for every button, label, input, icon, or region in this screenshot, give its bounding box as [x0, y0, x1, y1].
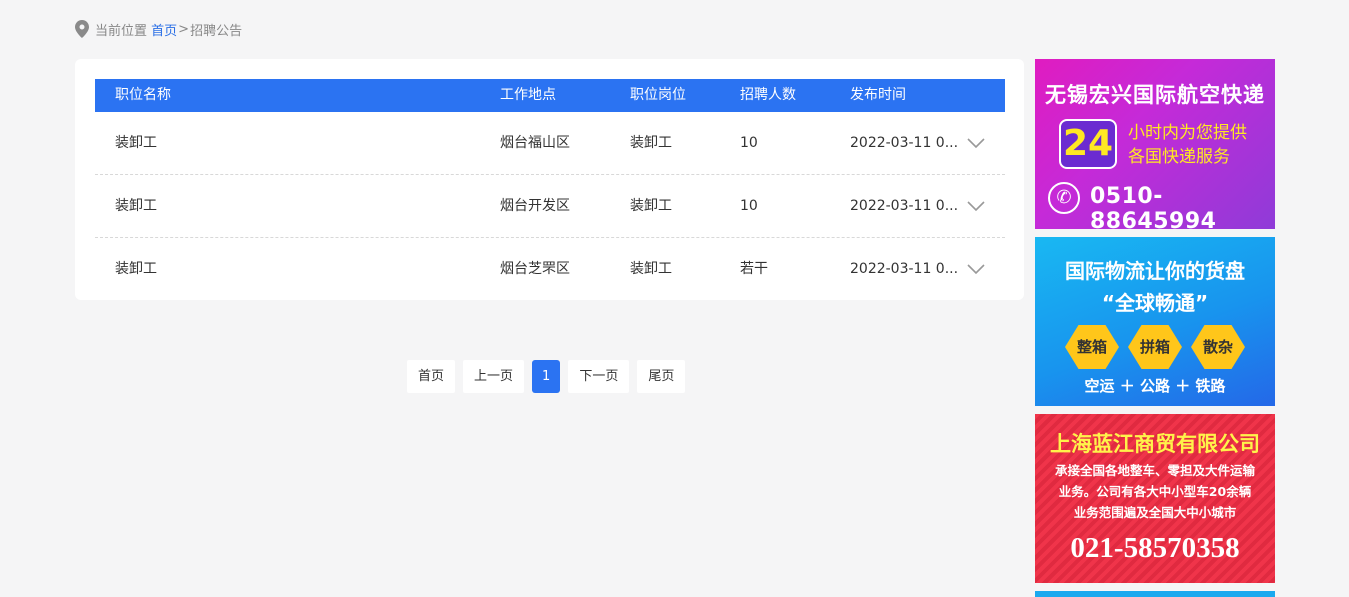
cell-post: 装卸工 — [630, 261, 672, 277]
cell-position-name: 装卸工 — [115, 198, 157, 214]
breadcrumb-separator: > — [178, 21, 190, 37]
ad-tag: 散杂 — [1191, 325, 1245, 369]
cell-publish-time: 2022-03-11 0... — [850, 261, 959, 277]
header-post: 职位岗位 — [630, 87, 686, 103]
location-pin-icon — [75, 20, 89, 38]
ad-phone: 0510-88645994 — [1090, 184, 1217, 229]
cell-publish-time: 2022-03-11 0... — [850, 198, 959, 214]
breadcrumb-home-link[interactable]: 首页 — [151, 20, 177, 39]
prev-page-button[interactable]: 上一页 — [463, 360, 525, 393]
cell-post: 装卸工 — [630, 198, 672, 214]
header-publish-time: 发布时间 — [850, 87, 906, 103]
cell-publish-time: 2022-03-11 0... — [850, 135, 959, 151]
ad-tag: 拼箱 — [1128, 325, 1182, 369]
chevron-down-icon[interactable] — [967, 138, 985, 149]
header-headcount: 招聘人数 — [740, 87, 796, 103]
cell-headcount: 若干 — [740, 261, 768, 277]
cell-post: 装卸工 — [630, 135, 672, 151]
pagination: 首页 上一页 1 下一页 尾页 — [407, 360, 686, 393]
breadcrumb-prefix: 当前位置 — [95, 23, 148, 39]
chevron-down-icon[interactable] — [967, 264, 985, 275]
job-listing-card: 职位名称 工作地点 职位岗位 招聘人数 发布时间 装卸工 烟台福山区 装卸工 1… — [75, 59, 1024, 300]
cell-location: 烟台芝罘区 — [500, 261, 570, 277]
ad-phone: 021-58570358 — [1070, 532, 1240, 564]
phone-icon: ✆ — [1048, 182, 1080, 214]
ad-tags: 整箱 拼箱 散杂 — [1065, 325, 1245, 369]
breadcrumb: 当前位置 首页 > 招聘公告 — [75, 19, 242, 39]
ad-line: 小时内为您提供 — [1128, 123, 1247, 143]
ad-tag: 整箱 — [1065, 325, 1119, 369]
cell-location: 烟台开发区 — [500, 198, 570, 214]
ad-highlight-badge: 24 — [1059, 119, 1117, 169]
header-position-name: 职位名称 — [115, 87, 171, 103]
chevron-down-icon[interactable] — [967, 201, 985, 212]
cell-position-name: 装卸工 — [115, 261, 157, 277]
ad-text: 小时内为您提供 各国快递服务 — [1128, 121, 1247, 169]
ad-line: 承接全国各地整车、零担及大件运输 — [1054, 463, 1255, 478]
header-location: 工作地点 — [500, 87, 556, 103]
table-row[interactable]: 装卸工 烟台开发区 装卸工 10 2022-03-11 0... — [95, 175, 1005, 238]
table-row[interactable]: 装卸工 烟台芝罘区 装卸工 若干 2022-03-11 0... — [95, 238, 1005, 301]
table-header: 职位名称 工作地点 职位岗位 招聘人数 发布时间 — [95, 79, 1005, 112]
cell-headcount: 10 — [740, 135, 758, 151]
ad-banner-air-express[interactable]: 无锡宏兴国际航空快递 24 小时内为您提供 各国快递服务 ✆ 0510-8864… — [1035, 59, 1275, 229]
cell-position-name: 装卸工 — [115, 135, 157, 151]
ad-footer: 空运 ＋ 公路 ＋ 铁路 — [1084, 377, 1226, 395]
ad-line: 业务。公司有各大中小型车20余辆 — [1058, 484, 1252, 499]
ad-banner-trading-company[interactable]: 上海蓝江商贸有限公司 承接全国各地整车、零担及大件运输 业务。公司有各大中小型车… — [1035, 414, 1275, 583]
table-row[interactable]: 装卸工 烟台福山区 装卸工 10 2022-03-11 0... — [95, 112, 1005, 175]
last-page-button[interactable]: 尾页 — [637, 360, 686, 393]
ad-title: 无锡宏兴国际航空快递 — [1045, 83, 1265, 107]
ad-line: 业务范围遍及全国大中小城市 — [1073, 505, 1237, 520]
next-page-button[interactable]: 下一页 — [568, 360, 630, 393]
ad-banner-partial[interactable] — [1035, 591, 1275, 597]
cell-location: 烟台福山区 — [500, 135, 570, 151]
ad-banner-logistics[interactable]: 国际物流让你的货盘 “全球畅通” 整箱 拼箱 散杂 空运 ＋ 公路 ＋ 铁路 — [1035, 237, 1275, 406]
ad-description: 承接全国各地整车、零担及大件运输 业务。公司有各大中小型车20余辆 业务范围遍及… — [1043, 460, 1267, 523]
ad-subtitle: “全球畅通” — [1101, 291, 1209, 315]
ad-title: 国际物流让你的货盘 — [1065, 259, 1245, 283]
cell-headcount: 10 — [740, 198, 758, 214]
ad-title: 上海蓝江商贸有限公司 — [1050, 432, 1260, 456]
breadcrumb-current: 招聘公告 — [190, 23, 243, 39]
current-page-button[interactable]: 1 — [532, 360, 561, 393]
first-page-button[interactable]: 首页 — [407, 360, 456, 393]
ad-line: 各国快递服务 — [1128, 147, 1230, 167]
